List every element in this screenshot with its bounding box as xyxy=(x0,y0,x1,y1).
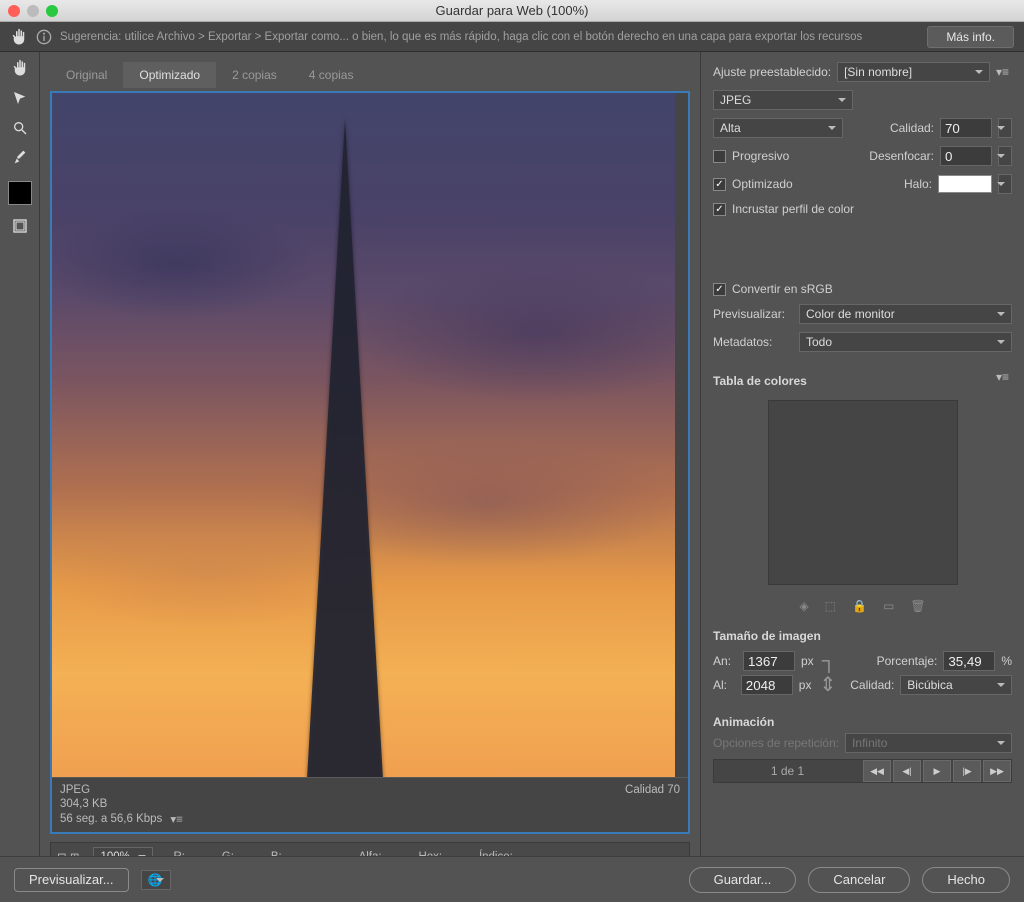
preview-mode-label: Previsualizar: xyxy=(713,307,793,321)
quality-input[interactable] xyxy=(940,118,992,138)
ct-diamond-icon[interactable]: ◈ xyxy=(799,599,808,613)
play-button[interactable]: ▶ xyxy=(923,760,951,782)
window-minimize[interactable] xyxy=(27,5,39,17)
embed-profile-label: Incrustar perfil de color xyxy=(732,202,854,216)
tab-four-up[interactable]: 4 copias xyxy=(293,62,370,88)
preset-menu-icon[interactable]: ▾≡ xyxy=(996,65,1012,79)
preset-select[interactable]: [Sin nombre] xyxy=(837,62,990,82)
preview-mode-select[interactable]: Color de monitor xyxy=(799,304,1012,324)
info-quality: Calidad 70 xyxy=(625,784,680,796)
matte-label: Halo: xyxy=(904,177,932,191)
optimized-label: Optimizado xyxy=(732,177,793,191)
resample-label: Calidad: xyxy=(850,678,894,692)
loop-select: Infinito xyxy=(845,733,1012,753)
height-unit: px xyxy=(799,678,812,692)
matte-menu[interactable] xyxy=(998,174,1012,194)
ct-new-icon[interactable]: ▭ xyxy=(883,599,894,613)
titlebar: Guardar para Web (100%) xyxy=(0,0,1024,22)
blur-slider-toggle[interactable] xyxy=(998,146,1012,166)
eyedropper-tool[interactable] xyxy=(5,145,35,171)
animation-playbar: 1 de 1 ◀◀ ◀| ▶ |▶ ▶▶ xyxy=(713,759,1012,783)
progressive-label: Progresivo xyxy=(732,149,789,163)
width-label: An: xyxy=(713,654,737,668)
percent-label: Porcentaje: xyxy=(877,654,938,668)
preview-button[interactable]: Previsualizar... xyxy=(14,868,129,892)
animation-label: Animación xyxy=(713,715,1012,729)
settings-panel: Ajuste preestablecido: [Sin nombre] ▾≡ J… xyxy=(700,52,1024,902)
ct-lock-icon[interactable]: 🔒 xyxy=(852,599,867,613)
quality-preset-select[interactable]: Alta xyxy=(713,118,843,138)
preset-label: Ajuste preestablecido: xyxy=(713,65,831,79)
tip-bar: Sugerencia: utilice Archivo > Exportar >… xyxy=(0,22,1024,52)
tab-optimized[interactable]: Optimizado xyxy=(123,62,216,88)
frame-counter: 1 de 1 xyxy=(714,764,861,778)
info-time: 56 seg. a 56,6 Kbps xyxy=(60,813,162,825)
width-unit: px xyxy=(801,654,814,668)
embed-profile-checkbox[interactable] xyxy=(713,203,726,216)
resample-select[interactable]: Bicúbica xyxy=(900,675,1012,695)
tip-text: Sugerencia: utilice Archivo > Exportar >… xyxy=(60,31,919,43)
quality-slider-toggle[interactable] xyxy=(998,118,1012,138)
browser-preview-select[interactable]: 🌐 xyxy=(141,870,171,890)
window-title: Guardar para Web (100%) xyxy=(0,3,1024,18)
loop-label: Opciones de repetición: xyxy=(713,736,839,750)
height-label: Al: xyxy=(713,678,735,692)
last-frame-button[interactable]: ▶▶ xyxy=(983,760,1011,782)
preview-menu-icon[interactable]: ▾≡ xyxy=(170,812,186,826)
prev-frame-button[interactable]: ◀| xyxy=(893,760,921,782)
color-table-label: Tabla de colores xyxy=(713,374,807,388)
link-bracket-top: ┐ xyxy=(820,654,838,668)
metadata-label: Metadatos: xyxy=(713,335,793,349)
info-icon xyxy=(36,29,52,45)
metadata-select[interactable]: Todo xyxy=(799,332,1012,352)
cancel-button[interactable]: Cancelar xyxy=(808,867,910,893)
quality-label: Calidad: xyxy=(890,121,934,135)
blur-input[interactable] xyxy=(940,146,992,166)
color-table-menu-icon[interactable]: ▾≡ xyxy=(996,370,1012,384)
tab-two-up[interactable]: 2 copias xyxy=(216,62,293,88)
hand-tool-icon[interactable] xyxy=(10,28,28,46)
slice-select-tool[interactable] xyxy=(5,85,35,111)
height-input[interactable] xyxy=(741,675,793,695)
preview-frame: JPEG 304,3 KB 56 seg. a 56,6 Kbps ▾≡ Cal… xyxy=(50,91,690,834)
matte-swatch[interactable] xyxy=(938,175,992,193)
done-button[interactable]: Hecho xyxy=(922,867,1010,893)
window-close[interactable] xyxy=(8,5,20,17)
info-size: 304,3 KB xyxy=(60,798,186,810)
save-button[interactable]: Guardar... xyxy=(689,867,797,893)
tab-original[interactable]: Original xyxy=(50,62,123,88)
color-table-icons: ◈ ⬚ 🔒 ▭ 🗑 xyxy=(713,599,1012,613)
zoom-tool[interactable] xyxy=(5,115,35,141)
preview-info-strip: JPEG 304,3 KB 56 seg. a 56,6 Kbps ▾≡ Cal… xyxy=(52,777,688,832)
optimized-checkbox[interactable] xyxy=(713,178,726,191)
format-select[interactable]: JPEG xyxy=(713,90,853,110)
color-table[interactable] xyxy=(768,400,958,585)
percent-input[interactable] xyxy=(943,651,995,671)
preview-tabs: Original Optimizado 2 copias 4 copias xyxy=(50,62,690,88)
footer: Previsualizar... 🌐 Guardar... Cancelar H… xyxy=(0,856,1024,902)
toggle-slices-visibility[interactable] xyxy=(5,213,35,239)
ct-trash-icon[interactable]: 🗑 xyxy=(910,599,925,613)
percent-unit: % xyxy=(1001,654,1012,668)
progressive-checkbox[interactable] xyxy=(713,150,726,163)
next-frame-button[interactable]: |▶ xyxy=(953,760,981,782)
link-icon[interactable]: ⇕ xyxy=(817,678,838,692)
more-info-button[interactable]: Más info. xyxy=(927,26,1014,48)
tool-strip xyxy=(0,52,40,902)
convert-srgb-checkbox[interactable] xyxy=(713,283,726,296)
blur-label: Desenfocar: xyxy=(869,149,934,163)
eyedropper-color-swatch[interactable] xyxy=(8,181,32,205)
ct-cube-icon[interactable]: ⬚ xyxy=(825,599,836,613)
convert-srgb-label: Convertir en sRGB xyxy=(732,282,833,296)
image-size-label: Tamaño de imagen xyxy=(713,629,1012,643)
window-zoom[interactable] xyxy=(46,5,58,17)
hand-tool[interactable] xyxy=(5,55,35,81)
info-format: JPEG xyxy=(60,784,186,796)
first-frame-button[interactable]: ◀◀ xyxy=(863,760,891,782)
preview-image[interactable] xyxy=(52,93,675,777)
width-input[interactable] xyxy=(743,651,795,671)
